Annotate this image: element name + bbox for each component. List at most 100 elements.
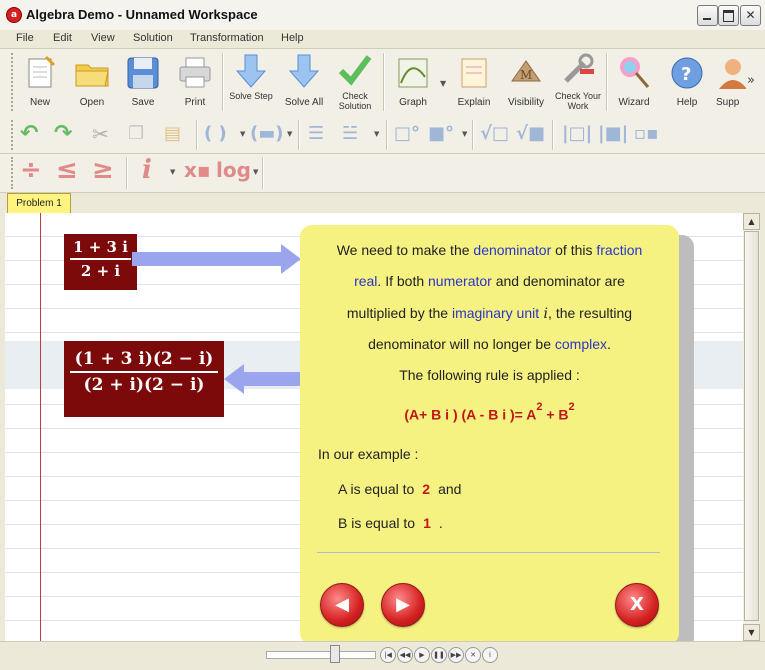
minimize-button[interactable] [697, 5, 718, 26]
next-step-button[interactable]: ▶ [381, 583, 425, 627]
toolbar-grip[interactable] [11, 53, 16, 111]
copy-icon[interactable]: ❐ [128, 122, 144, 146]
play-icon[interactable]: ▶ [414, 647, 430, 663]
power-icon[interactable]: ■° [428, 122, 454, 146]
support-button[interactable]: Supp [712, 51, 746, 113]
explain-label: Explain [457, 97, 491, 108]
abs-fill-icon[interactable]: |■| [598, 122, 628, 146]
link-fraction[interactable]: fraction [596, 242, 642, 258]
superscript-icon[interactable]: □° [394, 122, 420, 146]
wizard-button[interactable]: Wizard [610, 51, 658, 113]
open-button[interactable]: Open [68, 51, 116, 113]
panel-divider [317, 552, 660, 553]
check-your-work-button[interactable]: Check Your Work [552, 51, 604, 113]
close-explanation-button[interactable]: X [615, 583, 659, 627]
new-document-icon [28, 55, 56, 88]
toolbar-grip[interactable] [11, 120, 16, 150]
matrix-icon[interactable]: ▫▪ [634, 122, 658, 146]
close-icon: X [630, 594, 644, 615]
floppy-disk-icon [127, 57, 159, 89]
close-window-button[interactable]: ✕ [740, 5, 761, 26]
explanation-line-4: denominator will no longer be complex. [368, 336, 611, 352]
new-button[interactable]: New [18, 51, 62, 113]
menu-help[interactable]: Help [281, 32, 304, 44]
check-solution-button[interactable]: Check Solution [332, 51, 378, 113]
wizard-label: Wizard [618, 97, 650, 108]
nth-root-icon[interactable]: √■ [516, 122, 545, 146]
visibility-icon: M [511, 60, 541, 82]
graph-button[interactable]: Graph [386, 51, 440, 113]
playback-bar: |◀ ◀◀ ▶ ❚❚ ▶▶ ✕ i [0, 641, 765, 670]
save-button[interactable]: Save [120, 51, 166, 113]
help-label: Help [676, 97, 698, 108]
link-complex[interactable]: complex [555, 336, 607, 352]
explanation-line-2: real. If both numerator and denominator … [354, 273, 625, 289]
printer-icon [179, 57, 211, 88]
bracket-dropdown-icon[interactable]: ▼ [287, 130, 292, 138]
link-denominator[interactable]: denominator [473, 242, 551, 258]
scroll-thumb[interactable] [744, 231, 759, 621]
previous-step-button[interactable]: ◀ [320, 583, 364, 627]
undo-icon[interactable]: ↶ [20, 122, 38, 146]
redo-icon[interactable]: ↷ [54, 122, 72, 146]
imaginary-unit-icon[interactable]: i [142, 157, 152, 183]
stop-icon[interactable]: ✕ [465, 647, 481, 663]
imaginary-dropdown-icon[interactable]: ▼ [170, 168, 175, 176]
explain-button[interactable]: Explain [450, 51, 498, 113]
paste-icon[interactable]: ▤ [164, 122, 181, 146]
parentheses-dropdown-icon[interactable]: ▼ [240, 130, 245, 138]
vertical-scrollbar[interactable]: ▲ ▼ [743, 213, 760, 641]
fraction-dropdown-icon[interactable]: ▼ [374, 130, 379, 138]
fraction-style-icon[interactable]: ☱ [342, 122, 358, 146]
fraction-icon[interactable]: ☰ [308, 122, 324, 146]
log-icon[interactable]: log [216, 158, 251, 182]
divide-icon[interactable]: ÷ [20, 157, 42, 183]
solve-step-button[interactable]: Solve Step [228, 51, 274, 113]
scroll-up-button[interactable]: ▲ [743, 213, 760, 230]
fraction-denominator: 2 + i [80, 262, 121, 280]
maximize-button[interactable] [718, 5, 739, 26]
greater-equal-icon[interactable]: ≥ [92, 157, 114, 183]
menu-file[interactable]: File [16, 32, 34, 44]
menu-edit[interactable]: Edit [53, 32, 72, 44]
rewind-icon[interactable]: ◀◀ [397, 647, 413, 663]
fast-forward-icon[interactable]: ▶▶ [448, 647, 464, 663]
first-frame-icon[interactable]: |◀ [380, 647, 396, 663]
tab-problem-1[interactable]: Problem 1 [7, 193, 71, 213]
link-numerator[interactable]: numerator [428, 273, 492, 289]
solve-step-label: Solve Step [229, 91, 273, 101]
graph-dropdown-icon[interactable]: ▼ [440, 79, 446, 88]
fraction-expression-original[interactable]: 1 + 3 i 2 + i [64, 234, 137, 290]
scroll-down-button[interactable]: ▼ [743, 624, 760, 641]
menu-view[interactable]: View [91, 32, 115, 44]
fraction-expression-multiplied[interactable]: (1 + 3 i)(2 − i) (2 + i)(2 − i) [64, 341, 224, 417]
visibility-button[interactable]: M Visibility [500, 51, 552, 113]
link-real[interactable]: real [354, 273, 377, 289]
cut-icon[interactable]: ✂ [92, 122, 109, 146]
power-dropdown-icon[interactable]: ▼ [462, 130, 467, 138]
print-button[interactable]: Print [172, 51, 218, 113]
subscript-variable-icon[interactable]: x▪ [184, 158, 210, 182]
abs-value-icon[interactable]: |□| [562, 122, 592, 146]
playback-slider-thumb[interactable] [330, 645, 340, 663]
toolbar-overflow-chevron[interactable]: » [747, 73, 755, 88]
log-dropdown-icon[interactable]: ▼ [253, 168, 258, 176]
parentheses-icon[interactable]: ( ) [204, 122, 227, 146]
fraction-numerator: (1 + 3 i)(2 − i) [74, 349, 214, 369]
explanation-line-1: We need to make the denominator of this … [336, 242, 643, 258]
menu-solution[interactable]: Solution [133, 32, 173, 44]
fraction-numerator: 1 + 3 i [73, 238, 128, 256]
pause-icon[interactable]: ❚❚ [431, 647, 447, 663]
toolbar-grip[interactable] [11, 157, 16, 189]
link-imaginary-unit[interactable]: imaginary unit [452, 305, 539, 321]
sqrt-icon[interactable]: √□ [480, 122, 509, 146]
less-equal-icon[interactable]: ≤ [56, 157, 78, 183]
help-button[interactable]: ? Help [664, 51, 710, 113]
b-value: 1 [423, 515, 431, 531]
playback-slider-track[interactable] [266, 651, 376, 659]
menu-transformation[interactable]: Transformation [190, 32, 264, 44]
info-icon[interactable]: i [482, 647, 498, 663]
bracket-box-icon[interactable]: (▬) [250, 122, 283, 146]
title-bar: a Algebra Demo - Unnamed Workspace ✕ [0, 0, 765, 31]
solve-all-button[interactable]: Solve All [280, 51, 328, 113]
